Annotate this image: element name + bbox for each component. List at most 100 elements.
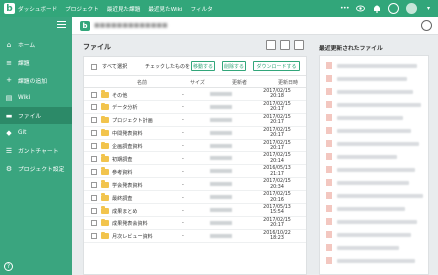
list-item[interactable] — [326, 153, 397, 160]
file-name[interactable]: 成果まとめ — [112, 208, 137, 215]
delete-button[interactable]: 削除する — [222, 61, 246, 71]
chevron-down-icon[interactable]: ▾ — [424, 4, 433, 13]
nav-recent-issues[interactable]: 最近見た課題 — [107, 5, 141, 13]
file-name[interactable]: 学会発表資料 — [112, 182, 143, 189]
table-row[interactable]: 学会発表資料 - 2017/02/15 20:34 — [84, 178, 306, 192]
table-row[interactable]: その他 - 2017/02/15 20:18 — [84, 88, 306, 101]
list-item[interactable] — [326, 205, 405, 212]
row-checkbox[interactable] — [91, 194, 97, 201]
more-icon[interactable]: ••• — [340, 4, 350, 13]
file-name[interactable]: プロジェクト計画 — [112, 117, 153, 124]
project-name[interactable]: ■■■■■■■■■■■■■ — [94, 22, 168, 29]
file-toolbar — [266, 40, 308, 50]
file-name[interactable]: 最終調査 — [112, 195, 132, 202]
file-owner — [210, 104, 232, 109]
row-checkbox[interactable] — [91, 207, 97, 214]
new-folder-icon[interactable] — [266, 40, 276, 50]
table-row[interactable]: 企画調査資料 - 2017/02/15 20:17 — [84, 140, 306, 153]
row-checkbox[interactable] — [91, 91, 97, 98]
upload-icon[interactable] — [280, 40, 290, 50]
row-checkbox[interactable] — [91, 181, 97, 188]
list-item[interactable] — [326, 127, 411, 134]
table-row[interactable]: 最終調査 - 2017/02/15 20:16 — [84, 191, 306, 205]
download-button[interactable]: ダウンロードする — [253, 61, 300, 71]
sidebar-item-home[interactable]: ⌂ ホーム — [0, 36, 72, 54]
file-size: - — [182, 207, 184, 214]
sidebar-item-add-issue[interactable]: + 課題の追加 — [0, 71, 72, 89]
project-logo[interactable]: b — [80, 20, 90, 31]
list-item[interactable] — [326, 166, 415, 173]
table-row[interactable]: 成果まとめ - 2017/05/13 15:54 — [84, 204, 306, 217]
file-name[interactable]: データ分析 — [112, 104, 137, 111]
header-name[interactable]: 名前 — [137, 79, 147, 86]
list-item[interactable] — [326, 192, 423, 199]
app-logo[interactable]: b — [4, 3, 15, 14]
table-row[interactable]: 成果発表会資料 - 2017/02/15 20:17 — [84, 217, 306, 230]
file-icon — [326, 179, 332, 186]
sidebar-item-files[interactable]: ▬ ファイル — [0, 106, 72, 125]
row-checkbox[interactable] — [91, 117, 97, 124]
view-toggle-icon[interactable] — [294, 40, 304, 50]
list-item[interactable] — [326, 140, 419, 147]
row-checkbox[interactable] — [91, 104, 97, 111]
list-item[interactable] — [326, 75, 407, 82]
select-all[interactable]: すべて選択 — [91, 63, 127, 70]
row-checkbox[interactable] — [91, 233, 97, 240]
file-name[interactable]: 成果発表会資料 — [112, 220, 148, 227]
select-all-checkbox[interactable] — [91, 63, 97, 70]
list-item[interactable] — [326, 231, 411, 238]
row-checkbox[interactable] — [91, 168, 97, 175]
list-item[interactable] — [326, 244, 399, 251]
list-item[interactable] — [326, 88, 413, 95]
search-icon[interactable] — [421, 20, 432, 31]
move-button[interactable]: 移動する — [191, 61, 215, 71]
nav-dashboard[interactable]: ダッシュボード — [18, 5, 57, 13]
table-row[interactable]: 参考資料 - 2016/05/13 21:17 — [84, 165, 306, 179]
wiki-icon: ▤ — [5, 93, 13, 102]
nav-filter[interactable]: フィルタ — [190, 5, 212, 13]
header-date[interactable]: 更新日時 — [278, 79, 298, 86]
table-row[interactable]: プロジェクト計画 - 2017/02/15 20:17 — [84, 114, 306, 127]
top-nav: ダッシュボード プロジェクト 最近見た課題 最近見たWiki フィルタ — [18, 5, 221, 13]
file-name[interactable]: 初期調査 — [112, 156, 132, 163]
bell-icon[interactable] — [372, 4, 381, 13]
file-name[interactable]: 企画調査資料 — [112, 143, 143, 150]
file-name[interactable]: 参考資料 — [112, 169, 132, 176]
row-checkbox[interactable] — [91, 143, 97, 150]
menu-toggle-icon[interactable] — [57, 21, 66, 29]
sidebar-item-gantt[interactable]: ☰ ガントチャート — [0, 142, 72, 160]
sidebar-item-wiki[interactable]: ▤ Wiki — [0, 89, 72, 107]
list-item[interactable] — [326, 257, 415, 264]
row-checkbox[interactable] — [91, 155, 97, 162]
list-item[interactable] — [326, 179, 409, 186]
file-name[interactable]: その他 — [112, 92, 127, 99]
watch-icon[interactable] — [356, 4, 365, 13]
header-owner[interactable]: 更新者 — [232, 79, 247, 86]
nav-projects[interactable]: プロジェクト — [65, 5, 99, 13]
avatar[interactable] — [406, 3, 417, 14]
file-icon — [326, 62, 332, 69]
list-item[interactable] — [326, 62, 417, 69]
sidebar-item-settings[interactable]: ⚙ プロジェクト設定 — [0, 160, 72, 178]
row-checkbox[interactable] — [91, 130, 97, 137]
list-item[interactable] — [326, 218, 417, 225]
project-header: b ■■■■■■■■■■■■■ — [72, 17, 438, 35]
table-row[interactable]: データ分析 - 2017/02/15 20:17 — [84, 101, 306, 114]
file-name[interactable]: 月次レビュー資料 — [112, 233, 153, 240]
table-row[interactable]: 初期調査 - 2017/02/15 20:14 — [84, 152, 306, 166]
nav-recent-wiki[interactable]: 最近見たWiki — [148, 5, 182, 13]
header-size[interactable]: サイズ — [190, 79, 205, 86]
sidebar-nav: ⌂ ホーム ≡ 課題 + 課題の追加 ▤ Wiki ▬ ファイル ◆ Git ☰… — [0, 36, 72, 178]
list-item[interactable] — [326, 101, 421, 108]
file-name[interactable]: 中間発表資料 — [112, 130, 143, 137]
table-row[interactable]: 月次レビュー資料 - 2016/10/22 18:23 — [84, 230, 306, 243]
search-icon[interactable] — [388, 3, 399, 14]
sidebar-item-issues[interactable]: ≡ 課題 — [0, 54, 72, 72]
help-icon[interactable]: ? — [4, 262, 13, 271]
list-item[interactable] — [326, 114, 403, 121]
recent-file-name — [337, 154, 397, 159]
table-row[interactable]: 中間発表資料 - 2017/02/15 20:17 — [84, 127, 306, 140]
folder-icon — [101, 154, 109, 162]
sidebar-item-git[interactable]: ◆ Git — [0, 124, 72, 142]
row-checkbox[interactable] — [91, 220, 97, 227]
